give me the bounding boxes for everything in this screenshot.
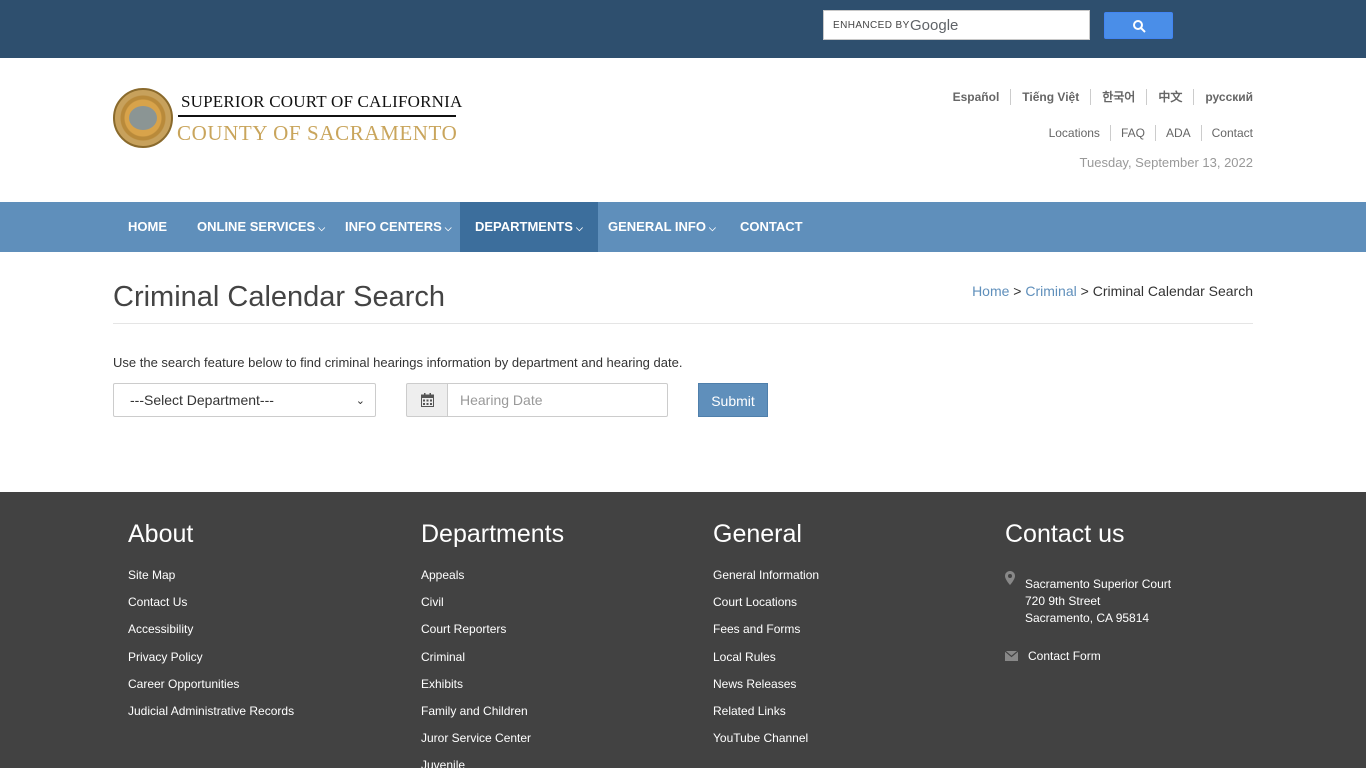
footer-link[interactable]: Court Reporters <box>421 622 531 649</box>
main-nav: HOME ONLINE SERVICES ⌵ INFO CENTERS ⌵ DEPA… <box>0 202 1366 252</box>
footer-link[interactable]: Exhibits <box>421 677 531 704</box>
footer-about-heading: About <box>128 520 194 548</box>
court-title-line1[interactable]: SUPERIOR COURT OF CALIFORNIA <box>181 92 463 112</box>
footer-link[interactable]: Juror Service Center <box>421 731 531 758</box>
link-locations[interactable]: Locations <box>1039 125 1110 141</box>
nav-online-services[interactable]: ONLINE SERVICES ⌵ <box>182 202 340 252</box>
address-line1: Sacramento Superior Court <box>1025 577 1172 591</box>
submit-button[interactable]: Submit <box>698 383 768 417</box>
nav-info-centers-label: INFO CENTERS <box>345 219 442 234</box>
department-select[interactable]: ---Select Department--- ⌄ <box>113 383 376 417</box>
chevron-down-icon: ⌵ <box>575 223 583 233</box>
chevron-down-icon: ⌵ <box>444 223 452 233</box>
footer-link[interactable]: Appeals <box>421 568 531 595</box>
site-footer: About Site Map Contact Us Accessibility … <box>0 492 1366 768</box>
address-line2: 720 9th Street <box>1025 594 1101 608</box>
calendar-button[interactable] <box>406 383 448 417</box>
breadcrumb-criminal[interactable]: Criminal <box>1025 283 1076 299</box>
footer-general-heading: General <box>713 520 802 548</box>
court-seal-logo[interactable] <box>113 88 173 148</box>
breadcrumb: Home > Criminal > Criminal Calendar Sear… <box>972 283 1253 299</box>
link-ada[interactable]: ADA <box>1154 125 1201 141</box>
search-icon <box>1133 20 1146 33</box>
search-button[interactable] <box>1104 12 1173 39</box>
footer-general-list: General Information Court Locations Fees… <box>713 568 819 758</box>
footer-link[interactable]: Related Links <box>713 704 819 731</box>
lang-korean[interactable]: 한국어 <box>1090 89 1146 105</box>
calendar-icon <box>421 393 434 407</box>
nav-general-info[interactable]: GENERAL INFO ⌵ <box>593 202 731 252</box>
nav-departments[interactable]: DEPARTMENTS ⌵ <box>460 202 598 252</box>
contact-form-link[interactable]: Contact Form <box>1028 649 1101 663</box>
nav-online-services-label: ONLINE SERVICES <box>197 219 316 234</box>
enhanced-by-label: ENHANCED BY <box>833 20 910 31</box>
footer-link[interactable]: General Information <box>713 568 819 595</box>
nav-departments-label: DEPARTMENTS <box>475 219 573 234</box>
nav-contact-label: CONTACT <box>740 219 803 234</box>
footer-departments-list: Appeals Civil Court Reporters Criminal E… <box>421 568 531 768</box>
breadcrumb-current: Criminal Calendar Search <box>1092 283 1253 299</box>
footer-link[interactable]: News Releases <box>713 677 819 704</box>
footer-link[interactable]: Juvenile <box>421 758 531 768</box>
title-divider-line <box>113 323 1253 324</box>
title-divider <box>178 115 456 117</box>
footer-link[interactable]: Family and Children <box>421 704 531 731</box>
footer-link[interactable]: Privacy Policy <box>128 650 294 677</box>
footer-contact-heading: Contact us <box>1005 520 1125 548</box>
link-contact[interactable]: Contact <box>1200 125 1253 141</box>
google-logo: Google <box>910 17 959 34</box>
hearing-date-input[interactable]: Hearing Date <box>447 383 668 417</box>
footer-link[interactable]: Civil <box>421 595 531 622</box>
map-marker-icon <box>1005 571 1015 585</box>
nav-info-centers[interactable]: INFO CENTERS ⌵ <box>330 202 467 252</box>
court-address: Sacramento Superior Court 720 9th Street… <box>1025 576 1171 627</box>
footer-link[interactable]: Accessibility <box>128 622 294 649</box>
footer-link[interactable]: Court Locations <box>713 595 819 622</box>
nav-contact[interactable]: CONTACT <box>725 202 818 252</box>
link-faq[interactable]: FAQ <box>1109 125 1155 141</box>
nav-general-info-label: GENERAL INFO <box>608 219 706 234</box>
footer-link[interactable]: Site Map <box>128 568 294 595</box>
breadcrumb-separator: > <box>1076 283 1093 299</box>
footer-link[interactable]: YouTube Channel <box>713 731 819 758</box>
lang-espanol[interactable]: Español <box>942 89 1011 105</box>
footer-link[interactable]: Local Rules <box>713 650 819 677</box>
footer-departments-heading: Departments <box>421 520 565 548</box>
top-bar: ENHANCED BY Google <box>0 0 1366 58</box>
footer-about-list: Site Map Contact Us Accessibility Privac… <box>128 568 294 731</box>
address-line3: Sacramento, CA 95814 <box>1025 611 1150 625</box>
chevron-down-icon: ⌄ <box>355 395 365 407</box>
footer-link[interactable]: Criminal <box>421 650 531 677</box>
lang-vietnamese[interactable]: Tiếng Việt <box>1010 89 1090 105</box>
language-links: Español Tiếng Việt 한국어 中文 русский <box>942 89 1253 105</box>
footer-link[interactable]: Judicial Administrative Records <box>128 704 294 731</box>
chevron-down-icon: ⌵ <box>318 223 326 233</box>
search-instructions: Use the search feature below to find cri… <box>113 355 683 370</box>
nav-home[interactable]: HOME <box>113 202 182 252</box>
page-title: Criminal Calendar Search <box>113 281 446 313</box>
breadcrumb-separator: > <box>1009 283 1026 299</box>
envelope-icon <box>1005 651 1018 661</box>
lang-chinese[interactable]: 中文 <box>1146 89 1193 105</box>
nav-home-label: HOME <box>128 219 167 234</box>
footer-link[interactable]: Contact Us <box>128 595 294 622</box>
footer-link[interactable]: Career Opportunities <box>128 677 294 704</box>
lang-russian[interactable]: русский <box>1193 89 1253 105</box>
footer-link[interactable]: Fees and Forms <box>713 622 819 649</box>
court-title-line2[interactable]: COUNTY OF SACRAMENTO <box>177 121 457 146</box>
current-date: Tuesday, September 13, 2022 <box>1079 155 1253 170</box>
utility-links: Locations FAQ ADA Contact <box>1039 125 1253 141</box>
breadcrumb-home[interactable]: Home <box>972 283 1009 299</box>
department-select-value: ---Select Department--- <box>130 392 274 408</box>
chevron-down-icon: ⌵ <box>709 223 716 233</box>
site-search-input[interactable]: ENHANCED BY Google <box>823 10 1090 40</box>
